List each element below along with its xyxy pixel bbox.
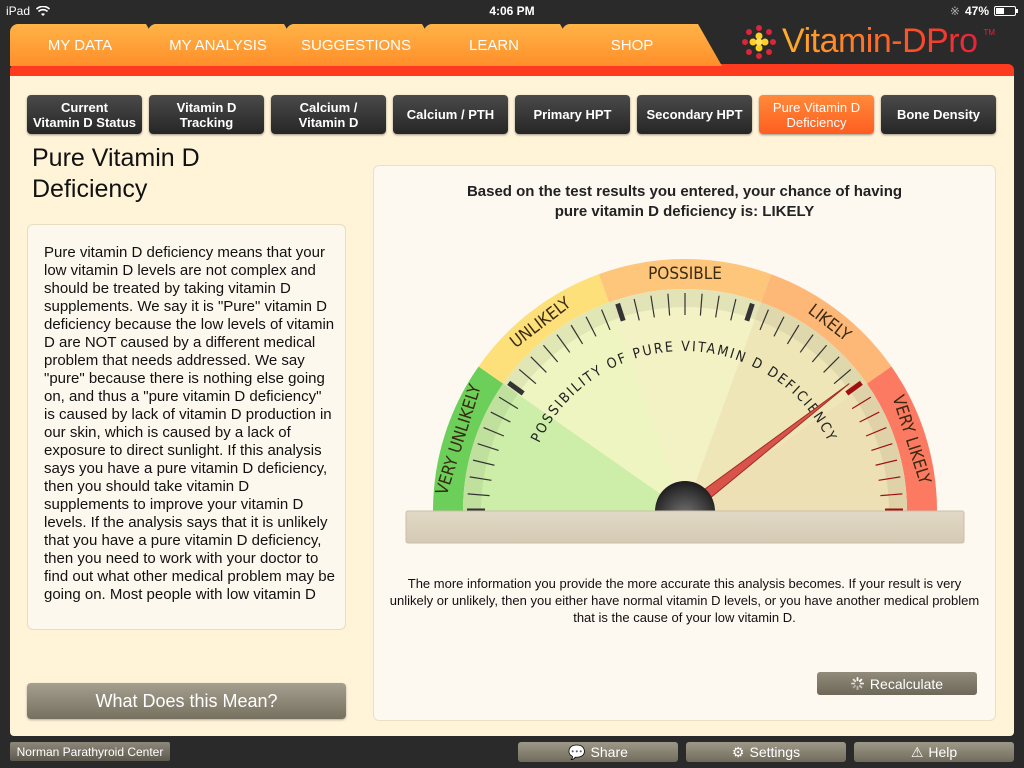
gauge-base: [405, 510, 965, 544]
subtab-calcium-pth[interactable]: Calcium / PTH: [393, 95, 508, 134]
subtab-primary-hpt[interactable]: Primary HPT: [515, 95, 630, 134]
trademark: TM: [983, 28, 996, 37]
share-button[interactable]: 💬 Share: [518, 742, 678, 762]
battery-icon: [994, 6, 1018, 16]
what-does-this-mean-button[interactable]: What Does this Mean?: [27, 683, 346, 719]
bluetooth-icon: ※: [949, 4, 960, 18]
gear-icon: ⚙: [731, 743, 745, 760]
analysis-subtabs: Current Vitamin D Status Vitamin D Trackin…: [27, 95, 996, 134]
battery-percent: 47%: [964, 4, 989, 18]
tab-suggestions[interactable]: SUGGESTIONS: [286, 24, 446, 66]
help-button[interactable]: ⚠ Help: [854, 742, 1014, 762]
tab-my-analysis[interactable]: MY ANALYSIS: [148, 24, 308, 66]
tab-shop[interactable]: SHOP: [562, 24, 722, 66]
tab-my-data[interactable]: MY DATA: [10, 24, 170, 66]
speech-bubble-icon: 💬: [568, 743, 586, 760]
probability-gauge: VERY UNLIKELYUNLIKELYPOSSIBLELIKELYVERY …: [405, 259, 965, 544]
gauge-label: POSSIBLE: [648, 264, 722, 284]
settings-button[interactable]: ⚙ Settings: [686, 742, 846, 762]
warning-icon: ⚠: [910, 743, 924, 760]
logo-text: Vitamin-DPro: [782, 22, 978, 60]
subtab-secondary-hpt[interactable]: Secondary HPT: [637, 95, 752, 134]
result-panel: Based on the test results you entered, y…: [373, 165, 996, 721]
subtab-bone-density[interactable]: Bone Density: [881, 95, 996, 134]
subtab-calcium-vitamin-d[interactable]: Calcium / Vitamin D: [271, 95, 386, 134]
description-scroll-box[interactable]: Pure vitamin D deficiency means that you…: [27, 224, 346, 630]
description-text: Pure vitamin D deficiency means that you…: [44, 244, 335, 603]
subtab-vitamin-d-tracking[interactable]: Vitamin D Tracking: [149, 95, 264, 134]
page-title: Pure Vitamin D Deficiency: [32, 144, 200, 203]
app-logo: Vitamin-DPro TM: [742, 22, 995, 61]
clock: 4:06 PM: [489, 4, 535, 18]
status-bar: iPad 4:06 PM ※ 47%: [0, 0, 1024, 22]
subtab-current-status[interactable]: Current Vitamin D Status: [27, 95, 142, 134]
result-note: The more information you provide the mor…: [389, 576, 980, 625]
battery-level: [996, 8, 1005, 14]
vitamin-molecule-icon: [742, 24, 776, 59]
norman-parathyroid-center-link[interactable]: Norman Parathyroid Center: [10, 742, 170, 761]
spinner-icon: [850, 677, 864, 690]
tab-learn[interactable]: LEARN: [424, 24, 584, 66]
recalculate-button[interactable]: Recalculate: [817, 672, 977, 695]
subtab-pure-vitamin-d-deficiency[interactable]: Pure Vitamin D Deficiency: [759, 95, 874, 134]
